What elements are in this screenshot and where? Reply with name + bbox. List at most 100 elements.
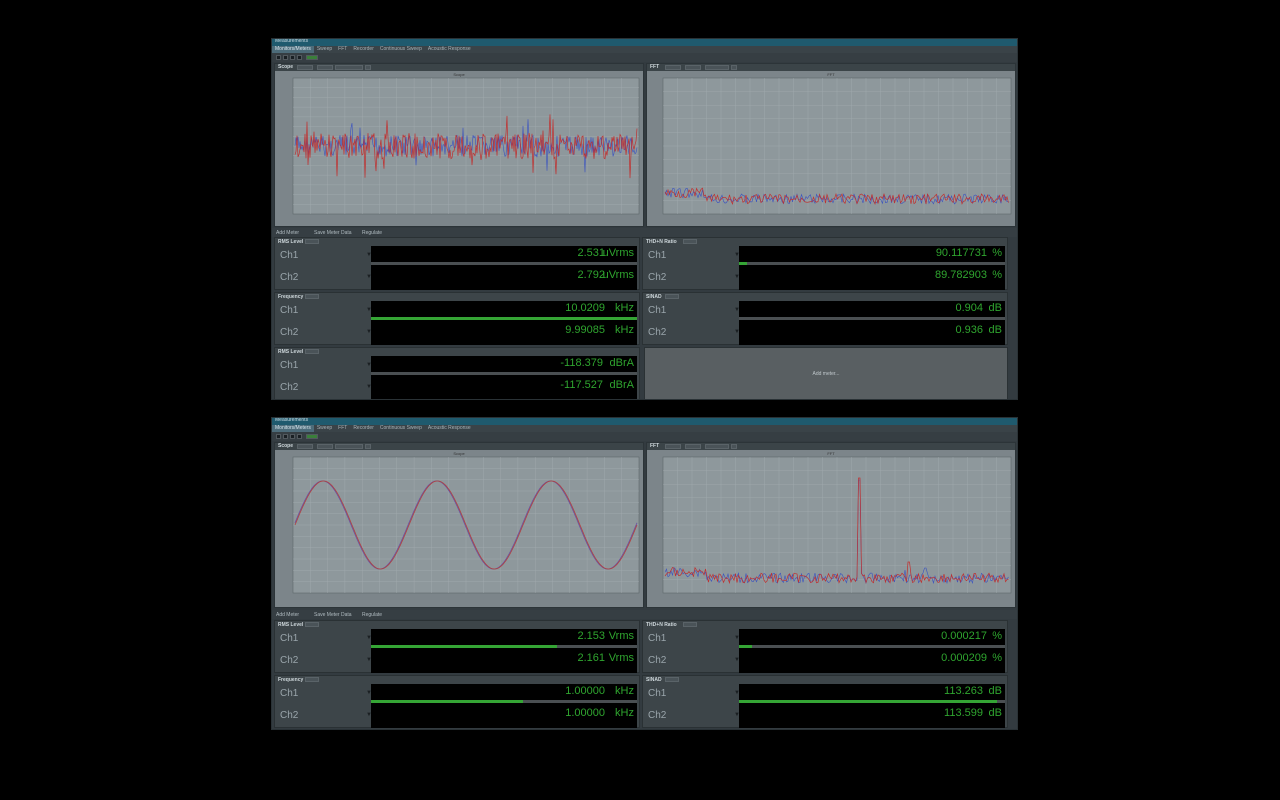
scope-add-icon[interactable] [365,65,371,70]
open-icon[interactable] [283,55,288,60]
regulate-button[interactable]: Regulate [362,230,382,236]
scope-range-dropdown[interactable] [335,444,363,449]
meter-title: THD+N Ratio [646,239,677,245]
scope-plot-title: Scope [453,451,465,456]
ch1-readout: 0.904 dB [739,301,1005,323]
ch1-level-bar [371,700,637,703]
ch1-label: Ch1 [280,305,299,316]
ch2-unit: % [992,652,1002,664]
fft-add-icon[interactable] [731,444,737,449]
ch2-row: Ch2 ▼ 2.792 uVrms [275,268,639,290]
meter-unit-dropdown[interactable] [305,294,319,299]
toolbar [272,432,1017,441]
menu-monitors-meters[interactable]: Monitors/Meters [272,46,314,53]
add-meter-button[interactable]: Add Meter [276,230,299,236]
fft-window-dropdown[interactable] [705,65,729,70]
menu-recorder[interactable]: Recorder [350,46,377,53]
menu-monitors-meters[interactable]: Monitors/Meters [272,425,314,432]
fft-add-icon[interactable] [731,65,737,70]
fft-window-dropdown[interactable] [705,444,729,449]
ch2-label: Ch2 [280,327,299,338]
scope-range-dropdown[interactable] [335,65,363,70]
menu-continuous-sweep[interactable]: Continuous Sweep [377,46,425,53]
fft-freq-dropdown[interactable] [685,444,701,449]
menu-sweep[interactable]: Sweep [314,425,335,432]
ch2-unit: dBrA [609,379,634,391]
scope-plot-noise: Scope [292,72,640,215]
scope-unit-dropdown[interactable] [297,65,313,70]
ch1-readout: 113.263 dB [739,684,1005,706]
ch1-row: Ch1 ▼ 0.000217 % [643,629,1007,651]
menu-bar: Monitors/Meters Sweep FFT Recorder Continuou… [272,46,1017,53]
ch1-readout: 10.0209 kHz [371,301,637,323]
add-meter-slot[interactable]: Add meter... [644,347,1008,399]
ch2-value: 1.00000 [565,707,605,719]
menu-acoustic-response[interactable]: Acoustic Response [425,46,474,53]
scope-unit-dropdown[interactable] [297,444,313,449]
measurements-window-noise: Measurements Monitors/Meters Sweep FFT Reco… [271,38,1018,400]
scope-time-dropdown[interactable] [317,444,333,449]
ch2-unit: Vrms [608,652,634,664]
fft-freq-dropdown[interactable] [685,65,701,70]
ch2-value: 0.936 [955,324,983,336]
menu-continuous-sweep[interactable]: Continuous Sweep [377,425,425,432]
rms-level-meter: RMS Level Ch1 ▼ 2.531 uVrms Ch2 ▼ 2.792 … [274,237,640,290]
meter-unit-dropdown[interactable] [305,349,319,354]
fft-panel-title: FFT [650,64,660,70]
meter-unit-dropdown[interactable] [305,677,319,682]
open-icon[interactable] [283,434,288,439]
sinad-meter: SINAD Ch1 ▼ 0.904 dB Ch2 ▼ 0.936 dB [642,292,1008,345]
add-meter-button[interactable]: Add Meter [276,612,299,618]
ch1-level-bar [739,317,1005,320]
ch2-label: Ch2 [280,382,299,393]
save-meter-data-button[interactable]: Save Meter Data [314,230,352,236]
save-meter-data-button[interactable]: Save Meter Data [314,612,352,618]
fft-unit-dropdown[interactable] [665,65,681,70]
power-toggle[interactable] [306,434,318,439]
meter-unit-dropdown[interactable] [305,239,319,244]
scope-plot-sine: Scope [292,451,640,594]
menu-sweep[interactable]: Sweep [314,46,335,53]
meter-unit-dropdown[interactable] [683,239,697,244]
meter-toolbar: Add Meter Save Meter Data Regulate [272,610,1017,619]
meter-title: SINAD [646,677,662,683]
ch2-unit: kHz [615,324,634,336]
menu-recorder[interactable]: Recorder [350,425,377,432]
settings-icon[interactable] [297,434,302,439]
ch1-row: Ch1 ▼ 90.117731 % [643,246,1007,268]
new-icon[interactable] [276,55,281,60]
power-toggle[interactable] [306,55,318,60]
meter-unit-dropdown[interactable] [665,677,679,682]
scope-panel-title: Scope [278,443,294,449]
regulate-button[interactable]: Regulate [362,612,382,618]
menu-fft[interactable]: FFT [335,425,350,432]
scope-plot-title: Scope [453,72,465,77]
ch2-readout: -117.527 dBrA [371,378,637,399]
ch1-level-bar [371,645,637,648]
add-meter-placeholder: Add meter... [812,370,840,377]
menu-acoustic-response[interactable]: Acoustic Response [425,425,474,432]
save-icon[interactable] [290,434,295,439]
ch2-value: 113.599 [944,707,983,719]
fft-unit-dropdown[interactable] [665,444,681,449]
meter-unit-dropdown[interactable] [665,294,679,299]
settings-icon[interactable] [297,55,302,60]
ch2-unit: dB [988,324,1002,336]
ch2-row: Ch2 ▼ 0.936 dB [643,323,1007,345]
scope-time-dropdown[interactable] [317,65,333,70]
ch2-unit: % [992,269,1002,281]
ch1-row: Ch1 ▼ 10.0209 kHz [275,301,639,323]
scope-add-icon[interactable] [365,444,371,449]
menu-fft[interactable]: FFT [335,46,350,53]
ch1-row: Ch1 ▼ 2.531 uVrms [275,246,639,268]
meter-unit-dropdown[interactable] [305,622,319,627]
save-icon[interactable] [290,55,295,60]
meter-title: Frequency [278,294,304,300]
ch2-row: Ch2 ▼ 1.00000 kHz [275,706,639,728]
fft-plot-title: FFT [827,72,835,77]
meter-unit-dropdown[interactable] [683,622,697,627]
ch1-value: 0.904 [955,302,983,314]
ch2-label: Ch2 [280,710,299,721]
new-icon[interactable] [276,434,281,439]
meter-title: Frequency [278,677,304,683]
